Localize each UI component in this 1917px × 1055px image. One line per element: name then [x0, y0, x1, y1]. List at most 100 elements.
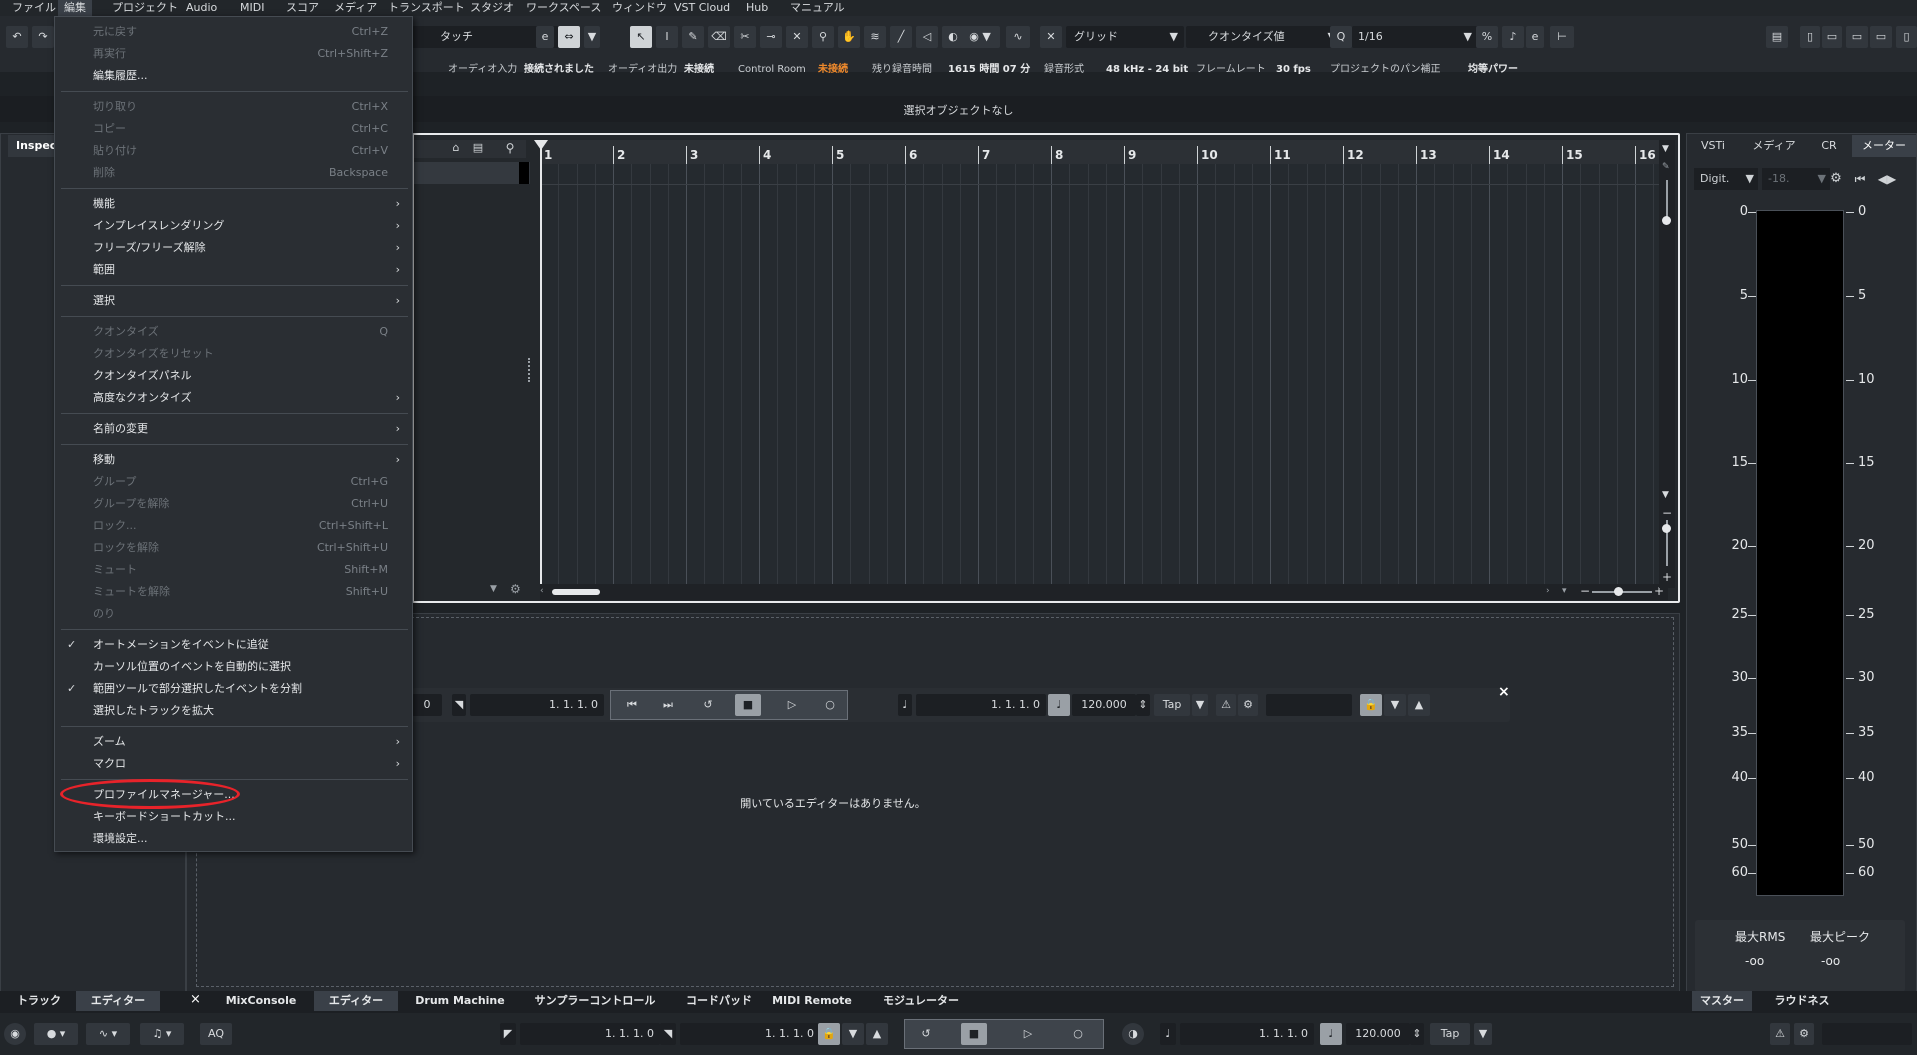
go-to-end-icon[interactable]: ⏭: [655, 694, 681, 716]
edit-menu-item[interactable]: インプレイスレンダリング ›: [55, 215, 412, 237]
punch-in-icon[interactable]: ▼: [842, 1023, 864, 1045]
quantize-reset-icon[interactable]: e: [1526, 26, 1544, 48]
play-icon[interactable]: ▷: [1015, 1023, 1041, 1045]
quantize-type-select[interactable]: クオンタイズ値▼: [1186, 26, 1342, 48]
edit-menu-item[interactable]: ✓ オートメーションをイベントに追従: [55, 634, 412, 656]
mute-tool-icon[interactable]: ✕: [786, 26, 808, 48]
peak-value[interactable]: -oo: [1821, 954, 1840, 968]
edit-menu-item[interactable]: 編集履歴...: [55, 65, 412, 87]
eraser-tool-icon[interactable]: ⌫: [708, 26, 730, 48]
record-icon[interactable]: ○: [1065, 1023, 1091, 1045]
edit-menu-item[interactable]: 範囲 ›: [55, 259, 412, 281]
cursor-position-field[interactable]: 1. 1. 1. 0: [1180, 1023, 1314, 1045]
status-value[interactable]: 接続されました: [524, 61, 594, 79]
status-value[interactable]: 48 kHz - 24 bit: [1106, 61, 1188, 79]
zoom-out-icon[interactable]: −: [1580, 584, 1592, 600]
hand-tool-icon[interactable]: ✋: [838, 26, 860, 48]
chevron-down-icon[interactable]: ▼: [1474, 1023, 1492, 1045]
tempo-field[interactable]: 120.000: [1072, 694, 1136, 716]
glue-tool-icon[interactable]: ⊸: [760, 26, 782, 48]
status-value[interactable]: 1615 時間 07 分: [948, 61, 1030, 79]
punch-out-icon[interactable]: ▲: [1408, 694, 1430, 716]
tempo-field[interactable]: 120.000: [1346, 1023, 1410, 1045]
horizontal-scrollbar[interactable]: ‹ › ▾ − +: [540, 584, 1668, 600]
inspector-tab[interactable]: Inspect: [8, 135, 62, 157]
automation-icon[interactable]: e: [536, 26, 554, 48]
lower-zone-tab[interactable]: Drum Machine: [404, 991, 516, 1011]
right-zone-bottom-tab[interactable]: マスター: [1692, 991, 1752, 1011]
right-zone-tab[interactable]: メーター: [1852, 135, 1916, 157]
edit-menu-item[interactable]: ロック... Ctrl+Shift+L: [55, 515, 412, 537]
punch-in-icon[interactable]: ▼: [1384, 694, 1406, 716]
menu-8[interactable]: スタジオ: [464, 0, 520, 16]
tempo-track-icon[interactable]: ♩: [1320, 1023, 1342, 1045]
rewind-to-start-icon[interactable]: ⏮: [619, 694, 645, 716]
stop-icon[interactable]: ■: [961, 1023, 987, 1045]
pointer-tool-icon[interactable]: ↖: [630, 26, 652, 48]
quantize-apply-icon[interactable]: ♪: [1502, 26, 1524, 48]
edit-menu-item[interactable]: クオンタイズパネル: [55, 365, 412, 387]
edit-menu-item[interactable]: コピー Ctrl+C: [55, 118, 412, 140]
stop-icon[interactable]: ■: [735, 694, 761, 716]
quantize-value-select[interactable]: 1/16 ▼: [1352, 26, 1478, 48]
edit-menu-item[interactable]: マクロ ›: [55, 753, 412, 775]
menu-7[interactable]: トランスポート: [382, 0, 471, 16]
chevron-right-icon[interactable]: ›: [1546, 586, 1558, 598]
meter-reference-select[interactable]: -18. ▼: [1762, 168, 1830, 190]
snap-toggle-icon[interactable]: ⇔: [558, 26, 580, 48]
chord-icon[interactable]: ♫ ▾: [140, 1023, 184, 1045]
menu-5[interactable]: スコア: [280, 0, 325, 16]
show-right-zone-icon[interactable]: ▯: [1896, 26, 1917, 48]
edit-menu-item[interactable]: クオンタイズ Q: [55, 321, 412, 343]
zoom-tool-icon[interactable]: ⚲: [812, 26, 834, 48]
right-zone-bottom-tab[interactable]: ラウドネス: [1770, 991, 1834, 1011]
edit-menu-item[interactable]: ミュート Shift+M: [55, 559, 412, 581]
menu-2[interactable]: プロジェクト: [106, 0, 184, 16]
marker-field[interactable]: [1822, 1023, 1912, 1045]
chevron-down-icon[interactable]: ▼: [584, 26, 600, 48]
edit-menu-item[interactable]: グループ Ctrl+G: [55, 471, 412, 493]
edit-menu-item[interactable]: ロックを解除 Ctrl+Shift+U: [55, 537, 412, 559]
menu-1[interactable]: 編集: [58, 0, 92, 16]
snap-type-select[interactable]: グリッド ▼: [1066, 26, 1184, 48]
right-zone-tab[interactable]: メディア: [1742, 135, 1806, 157]
splitter-handle[interactable]: [528, 358, 534, 382]
cycle-icon[interactable]: ↺: [695, 694, 721, 716]
chevron-left-icon[interactable]: ‹: [540, 586, 552, 598]
menu-6[interactable]: メディア: [328, 0, 383, 16]
right-zone-tab[interactable]: CR: [1810, 135, 1848, 157]
metronome-note-icon[interactable]: ♩: [898, 694, 912, 716]
lower-zone-tab[interactable]: サンプラーコントロール: [520, 991, 670, 1011]
left-locator-field[interactable]: 0: [412, 694, 442, 716]
menu-9[interactable]: ワークスペース: [520, 0, 607, 16]
track-lane[interactable]: [414, 162, 530, 184]
tempo-stepper-icon[interactable]: ⇕: [1136, 694, 1150, 716]
show-lower-zone-icon[interactable]: ▭: [1846, 26, 1868, 48]
edit-menu-item[interactable]: ミュートを解除 Shift+U: [55, 581, 412, 603]
edit-menu-item[interactable]: フリーズ/フリーズ解除 ›: [55, 237, 412, 259]
record-mode-icon[interactable]: ● ▾: [34, 1023, 78, 1045]
edit-menu-item[interactable]: 削除 Backspace: [55, 162, 412, 184]
close-icon[interactable]: ×: [1498, 684, 1510, 700]
menu-11[interactable]: VST Cloud: [668, 0, 736, 16]
redo-icon[interactable]: ↷: [32, 26, 54, 48]
lock-icon[interactable]: 🔒: [1360, 694, 1382, 716]
ruler[interactable]: 1 2 3 4 5 6 7 8 9 10 11 12 13 14 15 16: [540, 140, 1660, 164]
locator-icon[interactable]: ◤: [500, 1023, 516, 1045]
waveform-icon[interactable]: ∿ ▾: [86, 1023, 130, 1045]
edit-menu-item[interactable]: 選択したトラックを拡大: [55, 700, 412, 722]
range-tool-icon[interactable]: I: [656, 26, 678, 48]
chevron-down-icon[interactable]: ▼: [1192, 694, 1208, 716]
punch-icon[interactable]: ◑: [1122, 1023, 1144, 1045]
edit-menu-item[interactable]: ズーム ›: [55, 731, 412, 753]
chevron-down-icon[interactable]: ▼: [1662, 490, 1672, 500]
record-icon[interactable]: ○: [817, 694, 843, 716]
pencil-tool-icon[interactable]: ✎: [682, 26, 704, 48]
left-position-field[interactable]: 1. 1. 1. 0: [470, 694, 604, 716]
quantize-icon[interactable]: Q: [1330, 26, 1352, 48]
menu-3[interactable]: Audio: [180, 0, 223, 16]
zoom-out-icon[interactable]: −: [1662, 506, 1672, 520]
comp-tool-icon[interactable]: ≋: [864, 26, 886, 48]
status-value[interactable]: 30 fps: [1276, 61, 1311, 79]
lower-zone-tab[interactable]: MIDI Remote: [764, 991, 860, 1011]
